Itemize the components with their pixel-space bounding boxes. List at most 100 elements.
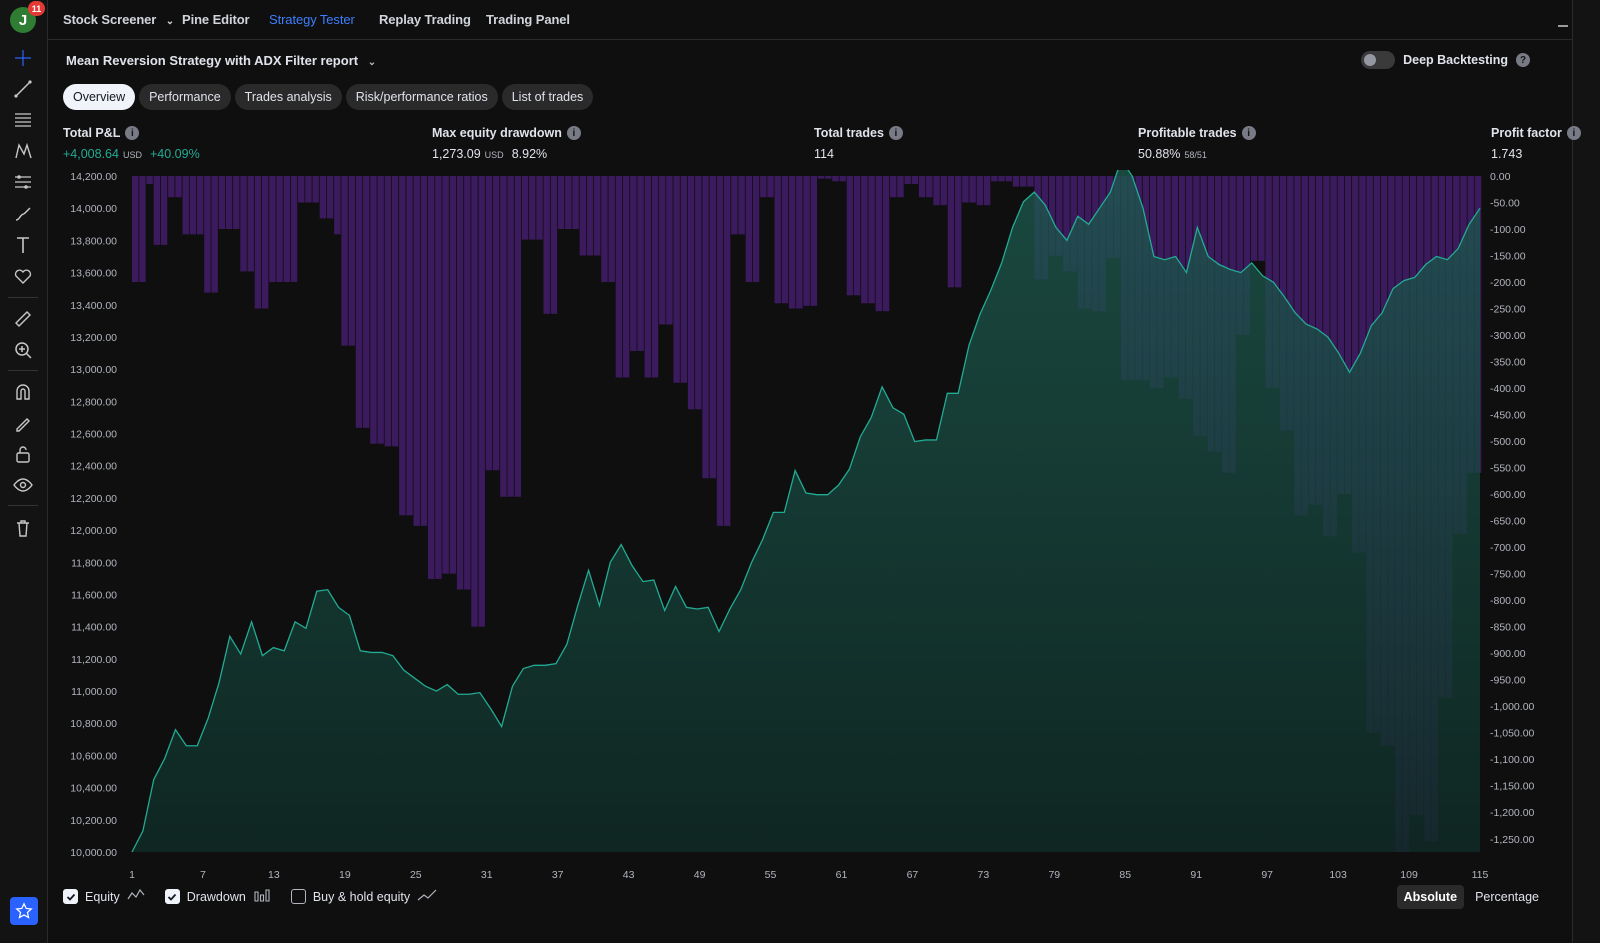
- right-axis-tick: -700.00: [1490, 542, 1526, 554]
- chevron-down-icon[interactable]: ⌄: [166, 16, 174, 27]
- text-icon[interactable]: [8, 231, 38, 259]
- eye-icon[interactable]: [8, 471, 38, 499]
- line-chart-icon: [127, 888, 145, 905]
- right-axis-tick: -1,000.00: [1490, 701, 1535, 713]
- drawdown-bar: [305, 176, 312, 203]
- left-axis-tick: 11,200.00: [71, 654, 117, 666]
- deep-backtesting-label: Deep Backtesting: [1403, 53, 1508, 67]
- drawdown-bar: [594, 176, 601, 256]
- drawdown-bar: [377, 176, 384, 444]
- left-axis-tick: 12,200.00: [70, 493, 117, 505]
- drawdown-bar: [507, 176, 514, 497]
- brush-icon[interactable]: [8, 200, 38, 228]
- left-axis-tick: 13,600.00: [70, 268, 117, 280]
- drawdown-bar: [218, 176, 226, 230]
- legend-equity[interactable]: Equity: [63, 888, 145, 905]
- drawdown-bar: [709, 176, 716, 479]
- legend-buyhold[interactable]: Buy & hold equity: [290, 888, 437, 905]
- equity-chart[interactable]: 14,200.00 14,000.00 13,800.00 13,600.00 13,4…: [48, 170, 1572, 882]
- x-axis-tick: 7: [200, 869, 206, 881]
- drawdown-bar: [550, 176, 558, 314]
- right-axis-tick: -200.00: [1490, 277, 1526, 289]
- checkbox-icon[interactable]: [164, 889, 180, 904]
- lock-drawing-icon[interactable]: [8, 409, 38, 437]
- drawdown-bar: [767, 176, 774, 198]
- tab-trading-panel[interactable]: Trading Panel: [486, 12, 570, 27]
- tab-trades-analysis[interactable]: Trades analysis: [234, 84, 342, 110]
- drawdown-bar: [442, 176, 449, 574]
- forecast-icon[interactable]: [8, 168, 38, 196]
- info-icon[interactable]: i: [566, 126, 581, 140]
- help-icon[interactable]: ?: [1516, 53, 1530, 67]
- deep-backtesting-toggle[interactable]: [1361, 51, 1396, 69]
- tab-list-of-trades[interactable]: List of trades: [501, 84, 594, 110]
- drawdown-bar: [435, 176, 442, 579]
- right-axis-tick: -300.00: [1490, 330, 1526, 342]
- info-icon[interactable]: i: [888, 126, 903, 140]
- drawdown-bar: [825, 176, 832, 179]
- trash-icon[interactable]: [8, 514, 38, 542]
- pattern-icon[interactable]: [8, 137, 38, 165]
- tab-strategy-tester[interactable]: Strategy Tester: [269, 12, 355, 27]
- percentage-button[interactable]: Percentage: [1468, 885, 1546, 909]
- right-axis-tick: -750.00: [1490, 569, 1526, 581]
- drawdown-bar: [464, 176, 471, 590]
- metric-value: +4,008.64: [63, 147, 119, 161]
- crosshair-icon[interactable]: [8, 44, 38, 72]
- lock-icon[interactable]: [8, 440, 38, 468]
- drawdown-bar: [384, 176, 392, 447]
- tab-replay-trading[interactable]: Replay Trading: [379, 12, 471, 27]
- drawdown-bar: [1250, 176, 1258, 261]
- tab-performance[interactable]: Performance: [139, 84, 231, 110]
- checkbox-icon[interactable]: [63, 889, 78, 904]
- drawdown-bar: [918, 176, 926, 198]
- drawdown-bar: [355, 176, 363, 428]
- tab-overview[interactable]: Overview: [63, 84, 136, 110]
- drawdown-bar: [204, 176, 211, 293]
- magnet-icon[interactable]: [8, 378, 38, 406]
- x-axis-tick: 103: [1329, 869, 1347, 881]
- absolute-button[interactable]: Absolute: [1396, 885, 1465, 909]
- fib-lines-icon[interactable]: [8, 106, 38, 134]
- x-axis-tick: 85: [1119, 869, 1131, 881]
- drawdown-bar: [882, 176, 890, 312]
- info-icon[interactable]: i: [1566, 126, 1581, 140]
- chevron-down-icon[interactable]: ⌄: [368, 57, 376, 68]
- zoom-in-icon[interactable]: [8, 336, 38, 364]
- drawdown-bar: [976, 176, 984, 206]
- right-axis-tick: -1,200.00: [1490, 807, 1535, 819]
- left-axis-tick: 13,800.00: [70, 235, 117, 247]
- right-axis-tick: -600.00: [1490, 489, 1526, 501]
- drawdown-bar: [781, 176, 789, 304]
- left-axis-tick: 14,000.00: [70, 203, 117, 215]
- x-axis-tick: 73: [978, 869, 990, 881]
- right-axis-tick: -550.00: [1490, 463, 1526, 475]
- right-axis-tick: -1,150.00: [1490, 781, 1535, 793]
- ruler-icon[interactable]: [8, 305, 38, 333]
- top-navigation: Stock Screener ⌄ Pine Editor Strategy Te…: [48, 0, 1600, 40]
- metric-value: 1.743: [1491, 147, 1523, 161]
- drawdown-bar: [760, 176, 767, 198]
- x-axis-tick: 1: [129, 869, 135, 881]
- drawdown-bar: [774, 176, 781, 304]
- drawdown-bar: [319, 176, 327, 219]
- minimize-icon[interactable]: [1556, 14, 1570, 28]
- info-icon[interactable]: i: [125, 126, 140, 140]
- metric-total-pnl: Total P&L i +4,008.64 USD +40.09%: [63, 126, 200, 161]
- heart-icon[interactable]: [8, 262, 38, 290]
- star-icon[interactable]: [10, 897, 38, 925]
- drawdown-bar: [962, 176, 969, 203]
- drawdown-bar: [521, 176, 529, 240]
- drawdown-bar: [485, 176, 493, 471]
- info-icon[interactable]: i: [1241, 126, 1256, 140]
- drawdown-bar: [254, 176, 262, 309]
- trendline-icon[interactable]: [8, 75, 38, 103]
- tab-pine-editor[interactable]: Pine Editor: [182, 12, 250, 27]
- legend-drawdown[interactable]: Drawdown: [164, 888, 271, 905]
- drawdown-bar: [247, 176, 254, 272]
- tab-risk-ratios[interactable]: Risk/performance ratios: [345, 84, 498, 110]
- report-title[interactable]: Mean Reversion Strategy with ADX Filter …: [66, 53, 376, 68]
- checkbox-icon[interactable]: [290, 889, 306, 904]
- drawdown-bar: [370, 176, 377, 444]
- tab-stock-screener[interactable]: Stock Screener ⌄: [63, 12, 174, 27]
